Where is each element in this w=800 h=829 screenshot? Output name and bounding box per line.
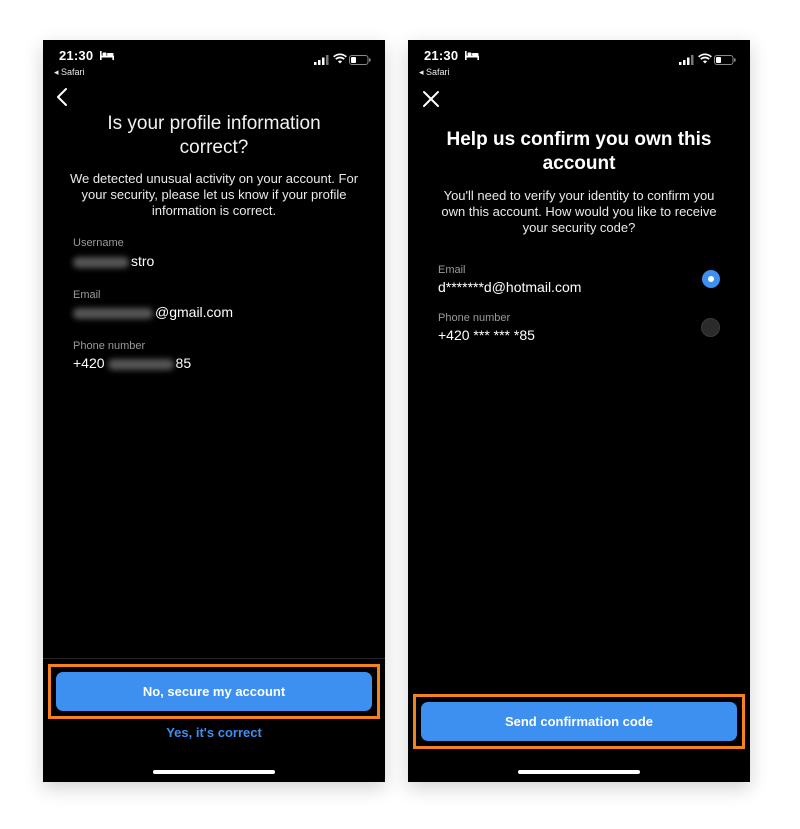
status-bar: 21:30 ◂ Safari	[408, 46, 750, 82]
send-confirmation-code-button[interactable]: Send confirmation code	[421, 702, 737, 741]
back-to-safari-link[interactable]: ◂ Safari	[54, 67, 85, 78]
status-bar: 21:30 ◂ Safari	[43, 46, 385, 82]
wifi-icon	[333, 53, 347, 64]
email-value: @gmail.com	[73, 304, 233, 320]
sleep-mode-icon	[100, 51, 114, 60]
redacted-blur	[73, 307, 153, 319]
email-label: Email	[73, 289, 101, 301]
phone-screen-profile-check: 21:30 ◂ Safari Is your profile informati…	[43, 40, 385, 782]
redacted-blur	[73, 256, 129, 268]
option-phone-value: +420 *** *** *85	[438, 327, 535, 343]
battery-icon	[714, 55, 736, 65]
option-email-label: Email	[438, 264, 466, 276]
email-radio-selected[interactable]	[702, 270, 720, 288]
option-phone-label: Phone number	[438, 312, 511, 324]
username-label: Username	[73, 237, 124, 249]
page-description: We detected unusual activity on your acc…	[69, 171, 359, 218]
redacted-blur	[107, 358, 174, 370]
signal-icon	[679, 55, 694, 65]
phone-radio-unselected[interactable]	[701, 318, 720, 337]
secure-account-button[interactable]: No, secure my account	[56, 672, 372, 711]
option-email-value: d*******d@hotmail.com	[438, 279, 582, 295]
confirm-correct-link[interactable]: Yes, it's correct	[43, 725, 385, 740]
phone-value: +420 85	[73, 355, 191, 371]
home-indicator	[153, 770, 275, 774]
phone-label: Phone number	[73, 340, 146, 352]
username-value: stro	[73, 253, 154, 269]
email-suffix: @gmail.com	[155, 304, 234, 320]
page-title: Is your profile information correct?	[107, 113, 321, 158]
page-title: Help us confirm you own this account	[446, 129, 712, 174]
back-to-safari-link[interactable]: ◂ Safari	[419, 67, 450, 78]
battery-icon	[349, 55, 371, 65]
footer-divider	[43, 658, 385, 659]
home-indicator	[518, 770, 640, 774]
close-icon[interactable]	[421, 89, 441, 109]
username-suffix: stro	[131, 253, 155, 269]
back-chevron-icon[interactable]	[53, 86, 73, 108]
phone-prefix: +420	[73, 355, 105, 371]
phone-suffix: 85	[175, 355, 192, 371]
signal-icon	[314, 55, 329, 65]
status-time: 21:30	[424, 48, 459, 63]
wifi-icon	[698, 53, 712, 64]
status-time: 21:30	[59, 48, 94, 63]
sleep-mode-icon	[465, 51, 479, 60]
phone-screen-confirm-ownership: 21:30 ◂ Safari Help us confirm you own t…	[408, 40, 750, 782]
page-description: You'll need to verify your identity to c…	[441, 188, 717, 235]
